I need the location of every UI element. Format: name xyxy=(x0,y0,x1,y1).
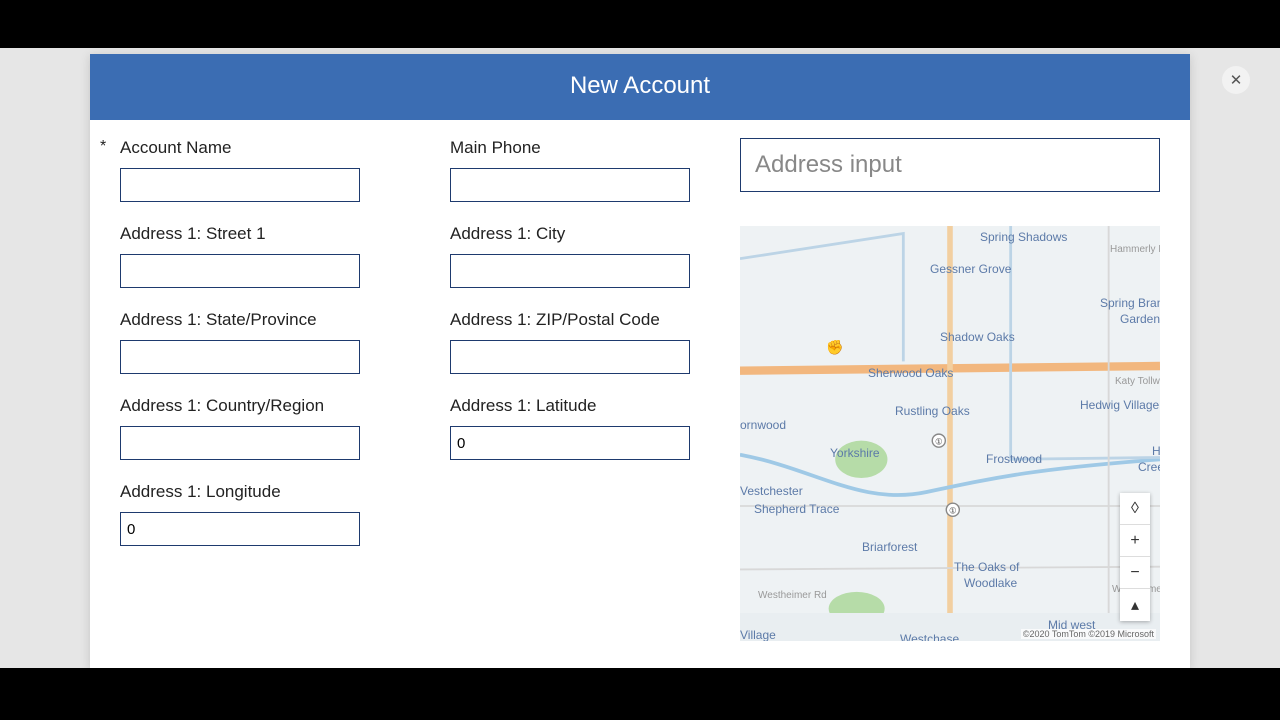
map-place-label: Shadow Oaks xyxy=(940,330,1015,344)
map-tilt-button[interactable]: ▴ xyxy=(1120,589,1150,621)
zip-input[interactable] xyxy=(450,340,690,374)
map-place-label: Sherwood Oaks xyxy=(868,366,953,380)
label-longitude: Address 1: Longitude xyxy=(100,482,390,502)
map-place-label: The Oaks of xyxy=(954,560,1019,574)
latitude-input[interactable] xyxy=(450,426,690,460)
map-place-label: Shepherd Trace xyxy=(754,502,839,516)
map-zoom-out-button[interactable]: − xyxy=(1120,557,1150,589)
form-column-left: * Account Name Address 1: Street 1 Addre… xyxy=(100,138,390,641)
map-place-label: Hedwig Village xyxy=(1080,398,1159,412)
state-input[interactable] xyxy=(120,340,360,374)
street1-input[interactable] xyxy=(120,254,360,288)
label-street1: Address 1: Street 1 xyxy=(100,224,390,244)
field-longitude: Address 1: Longitude xyxy=(100,482,390,546)
map-place-label: Gardens xyxy=(1120,312,1160,326)
dialog-title: New Account xyxy=(90,54,1190,120)
map-place-label: Creek Villa xyxy=(1138,460,1160,474)
form-column-right: Main Phone Address 1: City Address 1: ZI… xyxy=(430,138,720,641)
map-place-label: Frostwood xyxy=(986,452,1042,466)
map-place-label: Woodlake xyxy=(964,576,1017,590)
svg-text:①: ① xyxy=(935,436,943,446)
svg-text:①: ① xyxy=(949,505,957,515)
required-indicator: * xyxy=(100,138,106,156)
map-pane: ① ① Spring Shadows Gessner Grove Hammerly … xyxy=(740,138,1180,641)
close-icon: ✕ xyxy=(1230,71,1243,89)
map-locate-button[interactable]: ◊ xyxy=(1120,493,1150,525)
label-main-phone: Main Phone xyxy=(430,138,720,158)
minus-icon: − xyxy=(1130,564,1139,582)
field-street1: Address 1: Street 1 xyxy=(100,224,390,288)
dialog-body: * Account Name Address 1: Street 1 Addre… xyxy=(90,120,1190,641)
field-zip: Address 1: ZIP/Postal Code xyxy=(430,310,720,374)
map-place-label: Briarforest xyxy=(862,540,917,554)
map-place-label: Yorkshire xyxy=(830,446,880,460)
label-zip: Address 1: ZIP/Postal Code xyxy=(430,310,720,330)
close-button[interactable]: ✕ xyxy=(1222,66,1250,94)
label-latitude: Address 1: Latitude xyxy=(430,396,720,416)
map-canvas[interactable]: ① ① Spring Shadows Gessner Grove Hammerly … xyxy=(740,226,1160,641)
account-name-input[interactable] xyxy=(120,168,360,202)
field-state: Address 1: State/Province xyxy=(100,310,390,374)
label-state: Address 1: State/Province xyxy=(100,310,390,330)
city-input[interactable] xyxy=(450,254,690,288)
map-controls: ◊ + − ▴ xyxy=(1120,493,1150,621)
map-zoom-in-button[interactable]: + xyxy=(1120,525,1150,557)
map-place-label: Westheimer Rd xyxy=(758,590,827,601)
label-country: Address 1: Country/Region xyxy=(100,396,390,416)
map-place-label: Gessner Grove xyxy=(930,262,1011,276)
field-account-name: * Account Name xyxy=(100,138,390,202)
letterbox-bottom xyxy=(0,668,1280,720)
form-columns: * Account Name Address 1: Street 1 Addre… xyxy=(100,138,720,641)
longitude-input[interactable] xyxy=(120,512,360,546)
field-latitude: Address 1: Latitude xyxy=(430,396,720,460)
stage-background: ✕ New Account * Account Name Address 1: … xyxy=(0,48,1280,668)
map-place-label: Spring Branch xyxy=(1100,296,1160,310)
tilt-icon: ▴ xyxy=(1131,595,1139,615)
field-country: Address 1: Country/Region xyxy=(100,396,390,460)
main-phone-input[interactable] xyxy=(450,168,690,202)
map-place-label: Hunters xyxy=(1152,444,1160,458)
country-input[interactable] xyxy=(120,426,360,460)
address-search-input[interactable] xyxy=(740,138,1160,192)
map-place-label: Westchase xyxy=(900,632,959,641)
letterbox-top xyxy=(0,0,1280,48)
map-place-label: Rustling Oaks xyxy=(895,404,970,418)
map-place-label: ornwood xyxy=(740,418,786,432)
map-attribution: ©2020 TomTom ©2019 Microsoft xyxy=(1021,629,1156,639)
map-place-label: Hammerly Blvd xyxy=(1110,244,1160,255)
locate-icon: ◊ xyxy=(1131,500,1139,518)
plus-icon: + xyxy=(1130,532,1139,550)
map-place-label: Spring Shadows xyxy=(980,230,1067,244)
label-city: Address 1: City xyxy=(430,224,720,244)
new-account-dialog: ✕ New Account * Account Name Address 1: … xyxy=(90,54,1190,668)
map-place-label: Vestchester xyxy=(740,484,803,498)
map-place-label: Village xyxy=(740,628,776,641)
map-roads: ① ① xyxy=(740,226,1160,613)
field-main-phone: Main Phone xyxy=(430,138,720,202)
map-place-label: Katy Tollway xyxy=(1115,376,1160,387)
label-account-name: * Account Name xyxy=(100,138,390,158)
field-city: Address 1: City xyxy=(430,224,720,288)
